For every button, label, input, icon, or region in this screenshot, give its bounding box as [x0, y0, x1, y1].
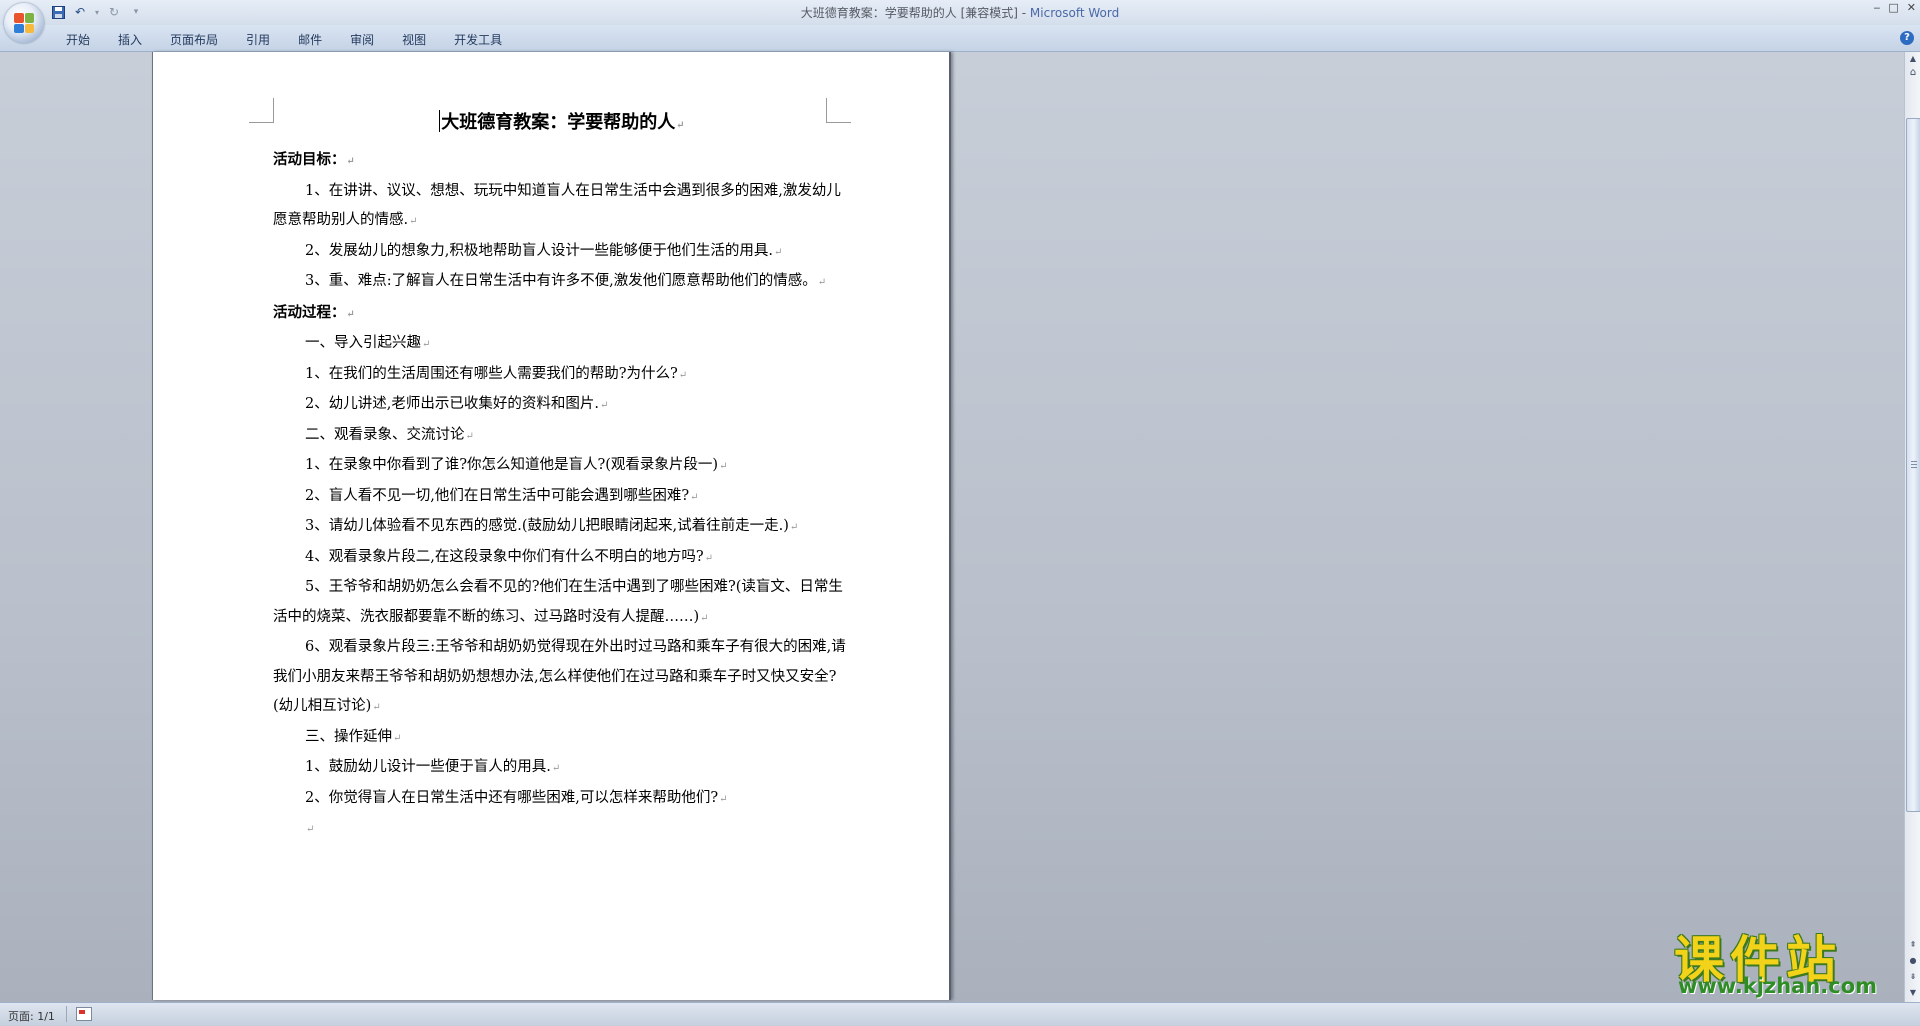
- document-paragraph: 6、观看录象片段三:王爷爷和胡奶奶觉得现在外出时过马路和乘车子有很大的困难,请我…: [273, 633, 851, 723]
- section-heading: 活动过程：↵: [273, 298, 851, 330]
- tab-mailings[interactable]: 邮件: [284, 31, 336, 48]
- paragraph-text: 3、请幼儿体验看不见东西的感觉.(鼓励幼儿把眼睛闭起来,试着往前走一走.): [305, 518, 789, 534]
- office-logo-icon: [14, 13, 34, 33]
- status-separator: [66, 1006, 67, 1022]
- document-paragraph: ↵: [273, 814, 851, 845]
- paragraph-mark: ↵: [599, 400, 609, 411]
- tab-insert[interactable]: 插入: [104, 31, 156, 48]
- paragraph-mark: ↵: [346, 308, 355, 320]
- window-controls: ‒ □ ✕: [1873, 1, 1916, 14]
- paragraph-mark: ↵: [372, 702, 381, 713]
- paragraph-text: 1、在讲讲、议议、想想、玩玩中知道盲人在日常生活中会遇到很多的困难,激发幼儿愿意…: [273, 182, 841, 229]
- minimize-icon[interactable]: ‒: [1873, 1, 1880, 14]
- paragraph-text: 3、重、难点:了解盲人在日常生活中有许多不便,激发他们愿意帮助他们的情感。: [305, 273, 817, 289]
- paragraph-text: 三、操作延伸: [305, 728, 392, 745]
- document-title-text: 大班德育教案：学要帮助的人 [兼容模式] -: [800, 6, 1030, 20]
- tab-review[interactable]: 审阅: [336, 31, 388, 48]
- document-paragraph: 4、观看录象片段二,在这段录象中你们有什么不明白的地方吗?↵: [273, 543, 851, 574]
- document-paragraph: 5、王爷爷和胡奶奶怎么会看不见的?他们在生活中遇到了哪些困难?(读盲文、日常生活…: [273, 573, 851, 633]
- page-count[interactable]: 页面: 1/1: [8, 1008, 55, 1024]
- crop-mark-top-left: [249, 98, 274, 123]
- macro-record-icon[interactable]: [76, 1007, 92, 1021]
- document-paragraph: 1、鼓励幼儿设计一些便于盲人的用具.↵: [273, 753, 851, 784]
- title-bar: ↶ ▾ ↻ ▾ 大班德育教案：学要帮助的人 [兼容模式] - Microsoft…: [0, 0, 1920, 43]
- document-paragraph: 1、在录象中你看到了谁?你怎么知道他是盲人?(观看录象片段一)↵: [273, 451, 851, 482]
- paragraph-mark: ↵: [719, 793, 728, 805]
- paragraph-mark: ↵: [719, 461, 728, 472]
- ruler-toggle-icon[interactable]: ⌂: [1906, 66, 1920, 80]
- maximize-icon[interactable]: □: [1888, 1, 1898, 14]
- document-paragraph: 2、盲人看不见一切,他们在日常生活中可能会遇到哪些困难?↵: [273, 482, 851, 513]
- paragraph-mark: ↵: [700, 612, 709, 624]
- paragraph-mark: ↵: [690, 491, 699, 503]
- document-paragraph: 一、导入引起兴趣↵: [273, 329, 851, 360]
- paragraph-mark: ↵: [789, 522, 799, 533]
- document-paragraph: 二、观看录象、交流讨论↵: [273, 421, 851, 452]
- paragraph-mark: ↵: [409, 216, 418, 227]
- close-icon[interactable]: ✕: [1907, 1, 1916, 14]
- paragraph-mark: ↵: [346, 156, 355, 167]
- watermark-logo: 课件站 www.kjzhan.com: [1668, 920, 1918, 1000]
- ribbon-tabs: 开始 插入 页面布局 引用 邮件 审阅 视图 开发工具: [52, 31, 516, 48]
- tab-developer[interactable]: 开发工具: [440, 31, 516, 48]
- document-page[interactable]: 大班德育教案：学要帮助的人↵ 活动目标：↵ 1、在讲讲、议议、想想、玩玩中知道盲人…: [152, 52, 951, 1000]
- document-paragraph: 2、幼儿讲述,老师出示已收集好的资料和图片.↵: [273, 390, 851, 421]
- paragraph-text: 4、观看录象片段二,在这段录象中你们有什么不明白的地方吗?: [305, 548, 704, 565]
- document-paragraph: 2、你觉得盲人在日常生活中还有哪些困难,可以怎样来帮助他们?↵: [273, 784, 851, 815]
- paragraph-text: 6、观看录象片段三:王爷爷和胡奶奶觉得现在外出时过马路和乘车子有很大的困难,请我…: [273, 639, 846, 714]
- scroll-up-icon[interactable]: ▲: [1906, 52, 1920, 66]
- paragraph-mark: ↵: [817, 277, 827, 288]
- document-heading: 大班德育教案：学要帮助的人↵: [439, 110, 685, 133]
- paragraph-mark: ↵: [306, 824, 315, 835]
- paragraph-text: 活动过程：: [273, 303, 346, 321]
- document-paragraph: 3、重、难点:了解盲人在日常生活中有许多不便,激发他们愿意帮助他们的情感。↵: [273, 267, 851, 298]
- paragraph-mark: ↵: [678, 369, 688, 381]
- paragraph-text: 1、在录象中你看到了谁?你怎么知道他是盲人?(观看录象片段一): [305, 457, 719, 473]
- paragraph-mark: ↵: [422, 339, 431, 350]
- tab-references[interactable]: 引用: [232, 31, 284, 48]
- paragraph-mark: ↵: [676, 120, 685, 131]
- app-name: Microsoft Word: [1029, 6, 1120, 20]
- paragraph-mark: ↵: [393, 732, 402, 744]
- paragraph-text: 2、幼儿讲述,老师出示已收集好的资料和图片.: [305, 396, 599, 412]
- paragraph-text: 1、鼓励幼儿设计一些便于盲人的用具.: [305, 759, 551, 775]
- document-paragraph: 1、在讲讲、议议、想想、玩玩中知道盲人在日常生活中会遇到很多的困难,激发幼儿愿意…: [273, 177, 851, 237]
- status-bar: 页面: 1/1: [0, 1002, 1920, 1026]
- paragraph-text: 5、王爷爷和胡奶奶怎么会看不见的?他们在生活中遇到了哪些困难?(读盲文、日常生活…: [273, 579, 843, 625]
- paragraph-mark: ↵: [551, 763, 561, 774]
- paragraph-text: 2、发展幼儿的想象力,积极地帮助盲人设计一些能够便于他们生活的用具.: [305, 242, 773, 259]
- paragraph-text: 2、盲人看不见一切,他们在日常生活中可能会遇到哪些困难?: [305, 487, 690, 504]
- office-button[interactable]: [4, 3, 44, 43]
- document-paragraph: 1、在我们的生活周围还有哪些人需要我们的帮助?为什么?↵: [273, 360, 851, 391]
- section-heading: 活动目标：↵: [273, 145, 851, 177]
- document-paragraph: 2、发展幼儿的想象力,积极地帮助盲人设计一些能够便于他们生活的用具.↵: [273, 237, 851, 268]
- paragraph-text: 一、导入引起兴趣: [305, 335, 421, 351]
- ribbon-tab-bar: 开始 插入 页面布局 引用 邮件 审阅 视图 开发工具 ?: [0, 25, 1920, 52]
- window-title: 大班德育教案：学要帮助的人 [兼容模式] - Microsoft Word: [0, 4, 1920, 21]
- vertical-scrollbar[interactable]: ▲ ⌂ ⇞ ● ⇟ ▼: [1904, 52, 1920, 1002]
- paragraph-mark: ↵: [704, 552, 713, 564]
- paragraph-text: 2、你觉得盲人在日常生活中还有哪些困难,可以怎样来帮助他们?: [305, 789, 719, 806]
- tab-page-layout[interactable]: 页面布局: [156, 31, 232, 48]
- document-body[interactable]: 大班德育教案：学要帮助的人↵ 活动目标：↵ 1、在讲讲、议议、想想、玩玩中知道盲人…: [273, 108, 851, 845]
- paragraph-mark: ↵: [773, 246, 783, 258]
- tab-home[interactable]: 开始: [52, 31, 104, 48]
- paragraph-text: 1、在我们的生活周围还有哪些人需要我们的帮助?为什么?: [305, 365, 678, 382]
- paragraph-text: 二、观看录象、交流讨论: [305, 426, 465, 443]
- help-icon[interactable]: ?: [1900, 31, 1914, 45]
- watermark-url: www.kjzhan.com: [1678, 974, 1878, 998]
- tab-view[interactable]: 视图: [388, 31, 440, 48]
- document-paragraph: 三、操作延伸↵: [273, 723, 851, 754]
- scrollbar-thumb[interactable]: [1906, 118, 1920, 812]
- document-paragraph: 3、请幼儿体验看不见东西的感觉.(鼓励幼儿把眼睛闭起来,试着往前走一走.)↵: [273, 512, 851, 543]
- paragraph-mark: ↵: [465, 430, 474, 442]
- document-workspace: 大班德育教案：学要帮助的人↵ 活动目标：↵ 1、在讲讲、议议、想想、玩玩中知道盲人…: [0, 52, 1904, 1002]
- paragraph-text: 活动目标：: [273, 151, 346, 168]
